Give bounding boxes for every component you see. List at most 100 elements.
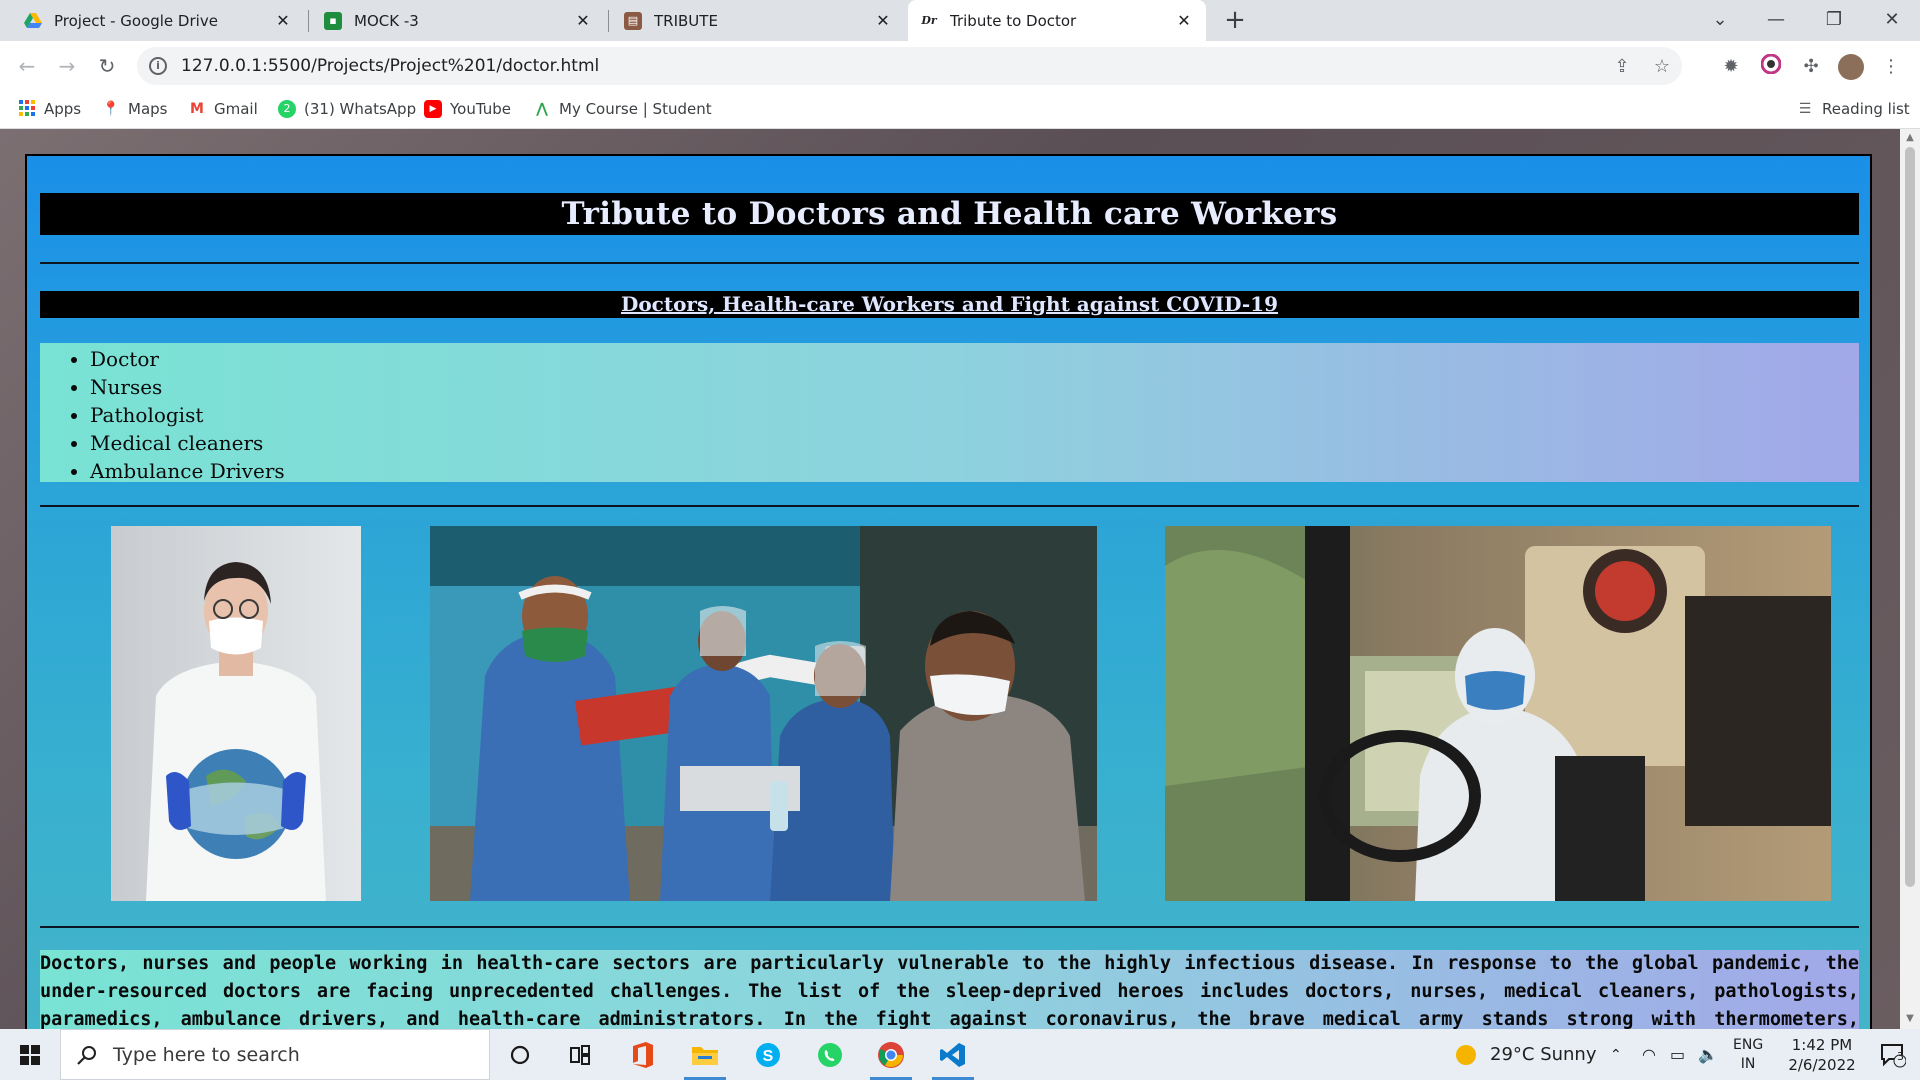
show-hidden-icons-chevron-icon[interactable]: ⌃: [1610, 1029, 1622, 1080]
tab-strip: Project - Google Drive ✕ ▪ MOCK -3 ✕ ▤ T…: [0, 0, 1920, 41]
bookmark-star-icon[interactable]: ☆: [1642, 56, 1682, 77]
bookmark-label: Maps: [128, 100, 168, 118]
tab-title: Tribute to Doctor: [950, 11, 1077, 30]
tab-title: MOCK -3: [354, 11, 419, 30]
scroll-down-arrow-icon[interactable]: ▼: [1904, 1013, 1916, 1024]
list-item: Medical cleaners: [90, 429, 1859, 457]
profile-avatar[interactable]: [1838, 54, 1864, 80]
doctor-tab-icon: Dr: [921, 14, 937, 27]
close-icon[interactable]: ✕: [1174, 11, 1194, 30]
weather-text: 29°C Sunny: [1490, 1044, 1597, 1065]
divider: [40, 262, 1859, 264]
reload-button[interactable]: ↻: [92, 51, 122, 81]
chrome-icon: [878, 1041, 904, 1068]
taskbar-office[interactable]: [614, 1029, 672, 1080]
extensions-puzzle-icon[interactable]: ✣: [1798, 54, 1824, 80]
restore-button[interactable]: ❐: [1806, 0, 1862, 41]
bookmark-maps[interactable]: 📍 Maps: [102, 100, 167, 118]
close-icon[interactable]: ✕: [273, 11, 293, 30]
battery-icon[interactable]: ▭: [1670, 1029, 1685, 1080]
bug-extension-icon[interactable]: ✹: [1718, 54, 1744, 80]
input-language[interactable]: ENG IN: [1733, 1029, 1763, 1080]
new-tab-button[interactable]: +: [1220, 6, 1250, 36]
skype-icon: S: [756, 1042, 780, 1067]
taskbar-skype[interactable]: S: [739, 1029, 797, 1080]
back-button[interactable]: ←: [12, 51, 42, 81]
tab-search-chevron-icon[interactable]: ⌄: [1692, 0, 1748, 41]
gmail-icon: M: [190, 101, 204, 117]
doctor-globe-image: [111, 526, 361, 901]
clock-date: 2/6/2022: [1788, 1055, 1856, 1074]
section-heading-text: Doctors, Health-care Workers and Fight a…: [620, 292, 1278, 316]
color-extension-icon[interactable]: [1758, 53, 1784, 80]
list-item: Ambulance Drivers: [90, 457, 1859, 485]
close-window-button[interactable]: ✕: [1864, 0, 1920, 41]
site-info-icon[interactable]: i: [149, 57, 167, 75]
bookmark-whatsapp[interactable]: 2 (31) WhatsApp: [278, 100, 416, 118]
bookmark-label: Apps: [44, 100, 82, 118]
reading-list-button[interactable]: ☰ Reading list: [1796, 100, 1910, 118]
tab-mock-3[interactable]: ▪ MOCK -3 ✕: [312, 0, 605, 41]
scroll-thumb[interactable]: [1905, 147, 1915, 887]
tribute-paragraph: Doctors, nurses and people working in he…: [40, 950, 1859, 1029]
workers-list: Doctor Nurses Pathologist Medical cleane…: [90, 345, 1859, 485]
windows-logo-icon: [20, 1045, 40, 1065]
bookmark-my-course[interactable]: ⋀ My Course | Student: [533, 100, 712, 118]
whatsapp-icon: 2: [278, 100, 296, 118]
cortana-circle-icon: [510, 1045, 530, 1064]
bookmark-apps[interactable]: Apps: [18, 100, 81, 118]
bookmark-label: My Course | Student: [559, 100, 712, 118]
taskbar-file-explorer[interactable]: [676, 1029, 734, 1080]
share-icon[interactable]: ⇪: [1602, 56, 1642, 77]
notification-count: 3: [1897, 1050, 1904, 1063]
search-placeholder: Type here to search: [113, 1043, 300, 1066]
office-icon: [633, 1041, 653, 1068]
tab-title: TRIBUTE: [654, 11, 718, 30]
tab-tribute-to-doctor[interactable]: Dr Tribute to Doctor ✕: [908, 0, 1206, 41]
course-icon: ⋀: [536, 101, 548, 117]
close-icon[interactable]: ✕: [873, 11, 893, 30]
close-icon[interactable]: ✕: [573, 11, 593, 30]
bookmarks-bar: Apps 📍 Maps M Gmail 2 (31) WhatsApp ▶ Yo…: [0, 91, 1920, 129]
file-explorer-icon: [692, 1046, 718, 1065]
notification-center-button[interactable]: 3: [1866, 1029, 1920, 1080]
clock[interactable]: 1:42 PM 2/6/2022: [1780, 1029, 1864, 1080]
bookmark-label: YouTube: [450, 100, 511, 118]
minimize-button[interactable]: —: [1748, 0, 1804, 41]
divider: [40, 926, 1859, 928]
network-icon[interactable]: ◠: [1642, 1029, 1656, 1080]
taskbar-chrome[interactable]: [862, 1029, 920, 1080]
windows-taskbar: Type here to search S 29°C Sunny ⌃ ◠ ▭ 🔈…: [0, 1029, 1920, 1080]
bookmark-youtube[interactable]: ▶ YouTube: [424, 100, 511, 118]
page-container: Tribute to Doctors and Health care Worke…: [25, 154, 1872, 1029]
whatsapp-app-icon: [818, 1042, 842, 1067]
url-text: 127.0.0.1:5500/Projects/Project%201/doct…: [181, 56, 600, 76]
document-icon: ▤: [624, 11, 642, 30]
menu-kebab-icon[interactable]: ⋮: [1878, 54, 1904, 80]
bookmark-gmail[interactable]: M Gmail: [188, 100, 258, 118]
taskbar-vscode[interactable]: [924, 1029, 982, 1080]
task-view-icon: [570, 1044, 590, 1065]
task-view-button[interactable]: [551, 1029, 609, 1080]
address-bar[interactable]: i 127.0.0.1:5500/Projects/Project%201/do…: [137, 47, 1682, 85]
tab-google-drive[interactable]: Project - Google Drive ✕: [12, 0, 305, 41]
tab-tribute[interactable]: ▤ TRIBUTE ✕: [612, 0, 905, 41]
google-classroom-icon: ▪: [324, 11, 342, 30]
divider: [40, 505, 1859, 507]
page-viewport: Tribute to Doctors and Health care Worke…: [0, 129, 1900, 1029]
tab-separator: [608, 10, 609, 32]
volume-icon[interactable]: 🔈: [1698, 1029, 1718, 1080]
bookmark-label: Gmail: [214, 100, 258, 118]
forward-button[interactable]: →: [52, 51, 82, 81]
start-button[interactable]: [0, 1029, 58, 1080]
youtube-icon: ▶: [424, 100, 442, 118]
apps-grid-icon: [18, 100, 36, 118]
weather-widget[interactable]: 29°C Sunny: [1456, 1029, 1597, 1080]
page-scrollbar[interactable]: ▲ ▼: [1900, 129, 1920, 1029]
cortana-button[interactable]: [491, 1029, 549, 1080]
vscode-icon: [940, 1042, 965, 1067]
sun-icon: [1456, 1044, 1476, 1065]
taskbar-whatsapp[interactable]: [801, 1029, 859, 1080]
scroll-up-arrow-icon[interactable]: ▲: [1904, 132, 1916, 143]
taskbar-search-box[interactable]: Type here to search: [60, 1029, 490, 1080]
